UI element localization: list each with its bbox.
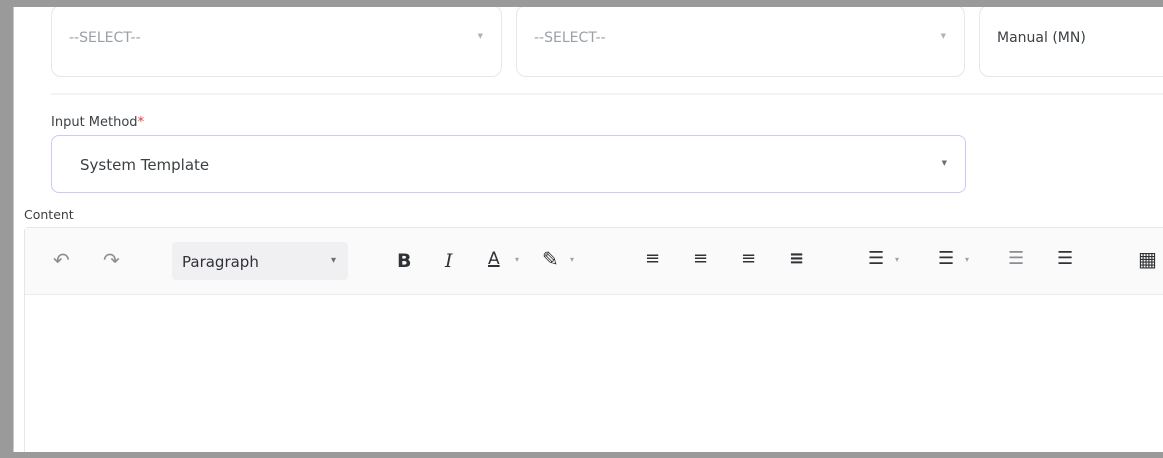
editor-toolbar: ↶ ↷ Paragraph ▾ B I A ▾ ✎ ▾ ≡ ≡ ≡ ≡ ☰ ▾ … [25, 228, 1163, 295]
numbered-list-icon[interactable]: ☰ [938, 250, 954, 268]
content-label: Content [24, 207, 74, 222]
input-method-label-text: Input Method [51, 115, 138, 130]
outdent-icon[interactable]: ☰ [1008, 250, 1024, 268]
chevron-down-icon[interactable]: ▾ [515, 256, 519, 264]
table-icon[interactable]: ▦ [1138, 249, 1157, 269]
chevron-down-icon: ▾ [330, 255, 336, 266]
chevron-down-icon: ▼ [941, 159, 947, 167]
editor-content-area[interactable] [25, 295, 1163, 452]
input-method-value: System Template [80, 156, 210, 174]
chevron-down-icon: ▼ [477, 32, 483, 40]
input-method-select[interactable]: System Template ▼ [51, 135, 966, 193]
mode-select-value: Manual (MN) [997, 30, 1086, 46]
select-dropdown-2-value: --SELECT-- [534, 30, 606, 46]
select-dropdown-2[interactable]: --SELECT-- ▼ [516, 7, 965, 77]
paragraph-format-label: Paragraph [182, 253, 259, 271]
select-dropdown-1[interactable]: --SELECT-- ▼ [51, 7, 502, 77]
form-page: --SELECT-- ▼ --SELECT-- ▼ Manual (MN) In… [13, 7, 1163, 452]
chevron-down-icon[interactable]: ▾ [570, 256, 574, 264]
undo-icon[interactable]: ↶ [53, 250, 70, 270]
redo-icon[interactable]: ↷ [103, 250, 120, 270]
italic-button[interactable]: I [445, 252, 453, 271]
bold-button[interactable]: B [397, 252, 411, 271]
required-marker: * [137, 115, 145, 130]
bulleted-list-icon[interactable]: ☰ [868, 250, 884, 268]
section-divider [51, 93, 1163, 95]
chevron-down-icon: ▼ [940, 32, 946, 40]
mode-select[interactable]: Manual (MN) [979, 7, 1163, 77]
paragraph-format-select[interactable]: Paragraph ▾ [172, 242, 348, 280]
chevron-down-icon[interactable]: ▾ [965, 256, 969, 264]
select-dropdown-1-value: --SELECT-- [69, 30, 141, 46]
indent-icon[interactable]: ☰ [1057, 250, 1073, 268]
align-right-icon[interactable]: ≡ [741, 250, 756, 268]
input-method-label: Input Method* [51, 115, 144, 130]
highlight-icon[interactable]: ✎ [542, 249, 559, 269]
align-center-icon[interactable]: ≡ [693, 250, 708, 268]
rich-text-editor[interactable]: ↶ ↷ Paragraph ▾ B I A ▾ ✎ ▾ ≡ ≡ ≡ ≡ ☰ ▾ … [24, 227, 1163, 452]
font-color-button[interactable]: A [488, 251, 500, 268]
align-left-icon[interactable]: ≡ [645, 250, 660, 268]
justify-icon[interactable]: ≡ [789, 250, 804, 268]
chevron-down-icon[interactable]: ▾ [895, 256, 899, 264]
